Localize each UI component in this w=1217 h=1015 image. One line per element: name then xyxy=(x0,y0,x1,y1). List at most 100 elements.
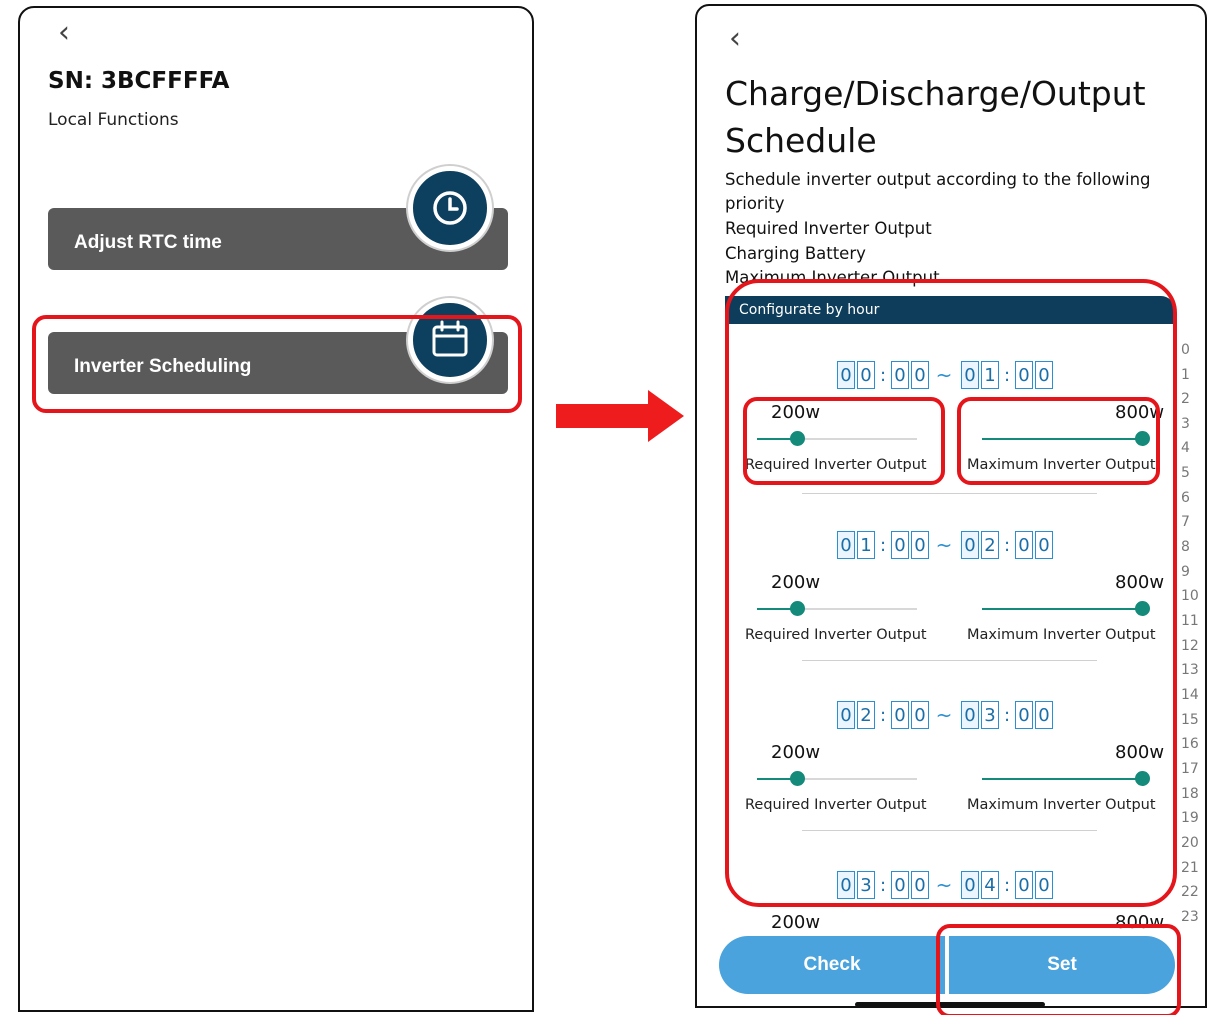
set-button[interactable]: Set xyxy=(949,936,1175,994)
hour-index-item[interactable]: 18 xyxy=(1181,786,1199,802)
required-output-slider-knob[interactable] xyxy=(790,771,805,786)
time-digit[interactable]: 1 xyxy=(981,361,999,389)
check-button-label: Check xyxy=(803,954,861,975)
hour-index-item[interactable]: 10 xyxy=(1181,588,1199,604)
hour-index-item[interactable]: 13 xyxy=(1181,662,1199,678)
time-digit[interactable]: 0 xyxy=(1035,871,1053,899)
check-button[interactable]: Check xyxy=(719,936,945,994)
required-output-value: 200w xyxy=(771,742,821,763)
required-output-value: 200w xyxy=(771,572,821,593)
description-line: Maximum Inverter Output xyxy=(725,268,940,287)
time-digit[interactable]: 3 xyxy=(981,701,999,729)
hour-index-item[interactable]: 12 xyxy=(1181,638,1199,654)
required-output-slider-knob[interactable] xyxy=(790,601,805,616)
time-digit[interactable]: 0 xyxy=(891,531,909,559)
time-digit[interactable]: 0 xyxy=(1015,531,1033,559)
maximum-output-label: Maximum Inverter Output xyxy=(967,797,1156,813)
maximum-output-label: Maximum Inverter Output xyxy=(967,457,1156,473)
hour-index-item[interactable]: 3 xyxy=(1181,416,1190,432)
time-digit[interactable]: 2 xyxy=(857,701,875,729)
maximum-output-value: 800w xyxy=(1115,912,1165,933)
hour-index-item[interactable]: 9 xyxy=(1181,564,1190,580)
time-digit[interactable]: 0 xyxy=(961,701,979,729)
maximum-output-slider-knob[interactable] xyxy=(1135,771,1150,786)
hour-index-item[interactable]: 14 xyxy=(1181,687,1199,703)
hour-index-item[interactable]: 16 xyxy=(1181,736,1199,752)
time-range-02-03[interactable]: 0 2 : 0 0 ~ 0 3 : 0 0 xyxy=(837,700,1055,730)
time-digit[interactable]: 0 xyxy=(1035,531,1053,559)
maximum-output-label: Maximum Inverter Output xyxy=(967,627,1156,643)
time-digit[interactable]: 0 xyxy=(961,361,979,389)
time-colon: : xyxy=(879,874,887,896)
maximum-output-slider-knob[interactable] xyxy=(1135,431,1150,446)
description-line: Charging Battery xyxy=(725,244,866,263)
serial-number-title: SN: 3BCFFFFA xyxy=(48,68,230,94)
time-digit[interactable]: 2 xyxy=(981,531,999,559)
time-digit[interactable]: 0 xyxy=(837,361,855,389)
description-line: Required Inverter Output xyxy=(725,219,932,238)
time-digit[interactable]: 0 xyxy=(891,871,909,899)
time-digit[interactable]: 3 xyxy=(857,871,875,899)
time-range-03-04[interactable]: 0 3 : 0 0 ~ 0 4 : 0 0 xyxy=(837,870,1055,900)
hour-index-item[interactable]: 1 xyxy=(1181,367,1190,383)
time-digit[interactable]: 0 xyxy=(961,871,979,899)
time-digit[interactable]: 4 xyxy=(981,871,999,899)
time-digit[interactable]: 0 xyxy=(911,701,929,729)
hour-index-item[interactable]: 6 xyxy=(1181,490,1190,506)
slot-divider xyxy=(802,493,1097,494)
adjust-rtc-time-label: Adjust RTC time xyxy=(74,232,222,253)
time-digit[interactable]: 0 xyxy=(891,361,909,389)
time-digit[interactable]: 0 xyxy=(911,361,929,389)
time-digit[interactable]: 0 xyxy=(837,871,855,899)
time-range-00-01[interactable]: 0 0 : 0 0 ~ 0 1 : 0 0 xyxy=(837,360,1055,390)
inverter-scheduling-label: Inverter Scheduling xyxy=(74,356,252,377)
required-output-slider-knob[interactable] xyxy=(790,431,805,446)
required-output-value: 200w xyxy=(771,402,821,423)
maximum-output-slider-fill xyxy=(982,608,1142,610)
time-digit[interactable]: 0 xyxy=(1015,871,1033,899)
hour-index-item[interactable]: 17 xyxy=(1181,761,1199,777)
hour-index-item[interactable]: 4 xyxy=(1181,440,1190,456)
required-output-label: Required Inverter Output xyxy=(745,797,927,813)
time-digit[interactable]: 0 xyxy=(891,701,909,729)
maximum-output-value: 800w xyxy=(1115,402,1165,423)
hour-index-item[interactable]: 21 xyxy=(1181,860,1199,876)
right-arrow-icon xyxy=(556,390,684,442)
time-digit[interactable]: 1 xyxy=(857,531,875,559)
time-digit[interactable]: 0 xyxy=(837,531,855,559)
time-digit[interactable]: 0 xyxy=(1035,361,1053,389)
time-colon: : xyxy=(879,364,887,386)
hour-index-item[interactable]: 19 xyxy=(1181,810,1199,826)
hour-index-item[interactable]: 7 xyxy=(1181,514,1190,530)
slot-divider xyxy=(802,830,1097,831)
hour-index-item[interactable]: 20 xyxy=(1181,835,1199,851)
time-digit[interactable]: 0 xyxy=(911,871,929,899)
hour-index-item[interactable]: 22 xyxy=(1181,884,1199,900)
hour-index-item[interactable]: 11 xyxy=(1181,613,1199,629)
hour-index-item[interactable]: 23 xyxy=(1181,909,1199,925)
range-tilde: ~ xyxy=(935,873,953,897)
time-range-01-02[interactable]: 0 1 : 0 0 ~ 0 2 : 0 0 xyxy=(837,530,1055,560)
hour-index-item[interactable]: 15 xyxy=(1181,712,1199,728)
hour-index-item[interactable]: 8 xyxy=(1181,539,1190,555)
time-digit[interactable]: 0 xyxy=(1015,701,1033,729)
time-colon: : xyxy=(1003,534,1011,556)
hour-index-item[interactable]: 0 xyxy=(1181,342,1190,358)
required-output-value: 200w xyxy=(771,912,821,933)
clock-icon xyxy=(408,166,492,250)
left-phone-screen: ‹ SN: 3BCFFFFA Local Functions Adjust RT… xyxy=(18,6,534,1012)
time-colon: : xyxy=(1003,874,1011,896)
time-digit[interactable]: 0 xyxy=(837,701,855,729)
maximum-output-slider-knob[interactable] xyxy=(1135,601,1150,616)
hour-index-item[interactable]: 5 xyxy=(1181,465,1190,481)
hour-index-item[interactable]: 2 xyxy=(1181,391,1190,407)
time-digit[interactable]: 0 xyxy=(961,531,979,559)
range-tilde: ~ xyxy=(935,533,953,557)
time-digit[interactable]: 0 xyxy=(1015,361,1033,389)
description-line: priority xyxy=(725,194,785,213)
time-digit[interactable]: 0 xyxy=(1035,701,1053,729)
back-arrow-icon[interactable]: ‹ xyxy=(58,18,70,48)
time-digit[interactable]: 0 xyxy=(857,361,875,389)
time-digit[interactable]: 0 xyxy=(911,531,929,559)
back-arrow-icon[interactable]: ‹ xyxy=(729,24,741,54)
